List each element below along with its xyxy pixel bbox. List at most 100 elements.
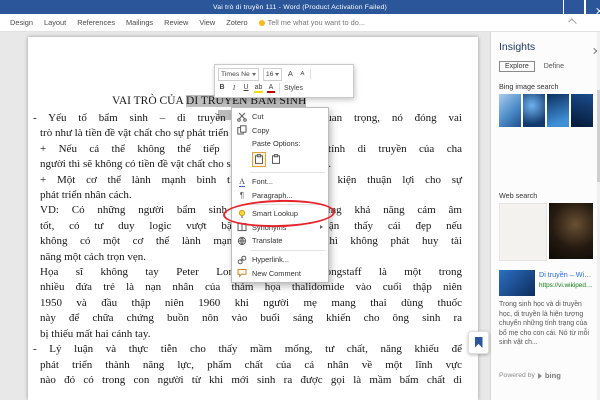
chevron-down-icon (251, 72, 256, 76)
menu-separator (250, 171, 325, 173)
menu-item-copy[interactable]: Copy (232, 124, 328, 138)
dna-image-thumbnail[interactable] (571, 94, 593, 127)
underline-button[interactable]: U (242, 83, 250, 93)
menu-item-label: New Comment (252, 268, 301, 278)
result-snippet: Trong sinh học và di truyền học, di truy… (499, 301, 590, 347)
translate-globe-icon (237, 236, 247, 246)
menu-separator (250, 203, 325, 205)
lightbulb-icon (237, 209, 247, 219)
font-icon (237, 177, 247, 187)
menu-item-new-comment[interactable]: New Comment (232, 266, 328, 280)
title-bar: Vai trò di truyền 111 - Word (Product Ac… (0, 0, 600, 16)
paste-keep-text-only-button[interactable] (269, 152, 283, 167)
highlight-color-button[interactable]: ab (254, 84, 263, 93)
lightbulb-icon (258, 19, 265, 26)
powered-by-bing: Powered by bing (499, 371, 561, 380)
tab-explore[interactable]: Explore (499, 61, 535, 72)
menu-item-label: Paste Options: (252, 139, 301, 149)
tab-design[interactable]: Design (10, 18, 33, 27)
paragraph-mark-icon (237, 190, 247, 200)
font-size-value: 16 (265, 70, 274, 78)
tab-zotero[interactable]: Zotero (226, 18, 247, 27)
dna-image-thumbnail[interactable] (523, 94, 545, 127)
result-thumbnail[interactable] (499, 270, 535, 296)
bing-brand-label: bing (544, 371, 561, 380)
comment-icon (237, 268, 247, 278)
bookmark-button[interactable] (468, 331, 489, 354)
menu-separator (250, 249, 325, 251)
image-search-results (491, 94, 600, 127)
dna-image-thumbnail[interactable] (499, 94, 521, 127)
menu-item-hyperlink[interactable]: Hyperlink... (232, 253, 328, 267)
mini-toolbar-row-1: Times Ne 16 A A (218, 67, 350, 81)
italic-button[interactable]: I (230, 83, 238, 93)
menu-item-smart-lookup[interactable]: Smart Lookup (222, 199, 336, 230)
ribbon-tab-strip: Design Layout References Mailings Review… (0, 14, 600, 32)
font-color-label: A (268, 83, 274, 91)
menu-item-label: Cut (252, 112, 264, 122)
doc-line: bị thiếu mất hai cánh tay. (40, 327, 151, 340)
highlight-label: ab (254, 83, 263, 91)
insights-title: Insights (499, 41, 536, 53)
bing-logo-icon (537, 372, 542, 379)
menu-item-label: Font... (252, 177, 273, 187)
divider (279, 83, 280, 93)
powered-by-label: Powered by (499, 372, 535, 379)
empty-icon-slot (237, 139, 247, 149)
restore-icon[interactable] (584, 0, 586, 16)
window-title: Vai trò di truyền 111 - Word (Product Ac… (213, 3, 387, 11)
tell-me-box[interactable]: Tell me what you want to do... (258, 18, 365, 27)
tab-references[interactable]: References (77, 18, 115, 27)
paste-keep-source-formatting-button[interactable] (252, 151, 266, 167)
doc-line: 1950 và đầu thập niên 1960 khi người mẹ … (40, 296, 462, 309)
menu-item-label: Hyperlink... (252, 255, 289, 265)
web-thumbnail-dark[interactable] (549, 203, 593, 259)
grow-font-button[interactable]: A (286, 69, 294, 79)
font-size-select[interactable]: 16 (262, 67, 283, 81)
tab-mailings[interactable]: Mailings (126, 18, 153, 27)
web-search-label: Web search (499, 191, 538, 200)
insights-pane: Insights Explore Define Bing image searc… (490, 32, 600, 400)
bold-button[interactable]: B (218, 83, 226, 93)
doc-line: - Lý luận và thực tiễn cho thấy mầm mống… (33, 343, 462, 356)
word-window: Vai trò di truyền 111 - Word (Product Ac… (0, 0, 600, 400)
ribbon-display-options-icon[interactable] (563, 0, 564, 16)
result-url: https://vi.wikipedia.org/wiki/Di_truyền (539, 282, 593, 289)
menu-item-paragraph[interactable]: Paragraph... (232, 188, 328, 202)
copy-icon (237, 125, 247, 135)
menu-item-cut[interactable]: Cut (232, 110, 328, 124)
tab-review[interactable]: Review (164, 18, 188, 27)
context-menu: Cut Copy Paste Options: Font... (222, 107, 336, 283)
font-name-value: Times Ne (221, 70, 250, 78)
mini-toolbar: Times Ne 16 A A B I U ab A Styles (214, 64, 354, 98)
web-thumbnail-light[interactable] (499, 203, 548, 261)
font-color-button[interactable]: A (267, 84, 275, 93)
doc-line: phát triển thành năng lực, phẩm chất của… (40, 358, 462, 371)
menu-item-translate[interactable]: Translate (232, 234, 328, 248)
highlight-color-icon (254, 90, 263, 93)
chevron-down-icon (275, 72, 280, 76)
menu-item-label: Synonyms (252, 222, 287, 232)
dna-image-thumbnail[interactable] (547, 94, 569, 127)
book-icon (237, 222, 247, 232)
scissors-icon (237, 112, 247, 122)
tab-layout[interactable]: Layout (44, 18, 66, 27)
window-controls (563, 0, 596, 16)
menu-item-label: Translate (252, 236, 283, 246)
menu-item-font[interactable]: Font... (232, 175, 328, 189)
styles-button[interactable]: Styles (284, 85, 303, 92)
tab-view[interactable]: View (199, 18, 215, 27)
menu-item-label: Smart Lookup (252, 209, 299, 219)
tab-define[interactable]: Define (544, 63, 564, 70)
doc-line: này để chữa chứng buồn nôn vào buổi sáng… (40, 312, 462, 325)
font-name-select[interactable]: Times Ne (218, 67, 259, 81)
shrink-font-button[interactable]: A (298, 69, 306, 79)
collapse-ribbon-icon[interactable] (568, 18, 577, 27)
menu-item-synonyms[interactable]: Synonyms (232, 221, 328, 235)
bing-image-search-label: Bing image search (499, 82, 559, 91)
result-meta: Di truyền – Wikipedia... https://vi.wiki… (539, 270, 593, 296)
submenu-arrow-icon (320, 225, 323, 230)
tell-me-label: Tell me what you want to do... (267, 18, 365, 27)
font-color-icon (267, 90, 275, 93)
result-link[interactable]: Di truyền – Wikipedia... (539, 270, 593, 279)
